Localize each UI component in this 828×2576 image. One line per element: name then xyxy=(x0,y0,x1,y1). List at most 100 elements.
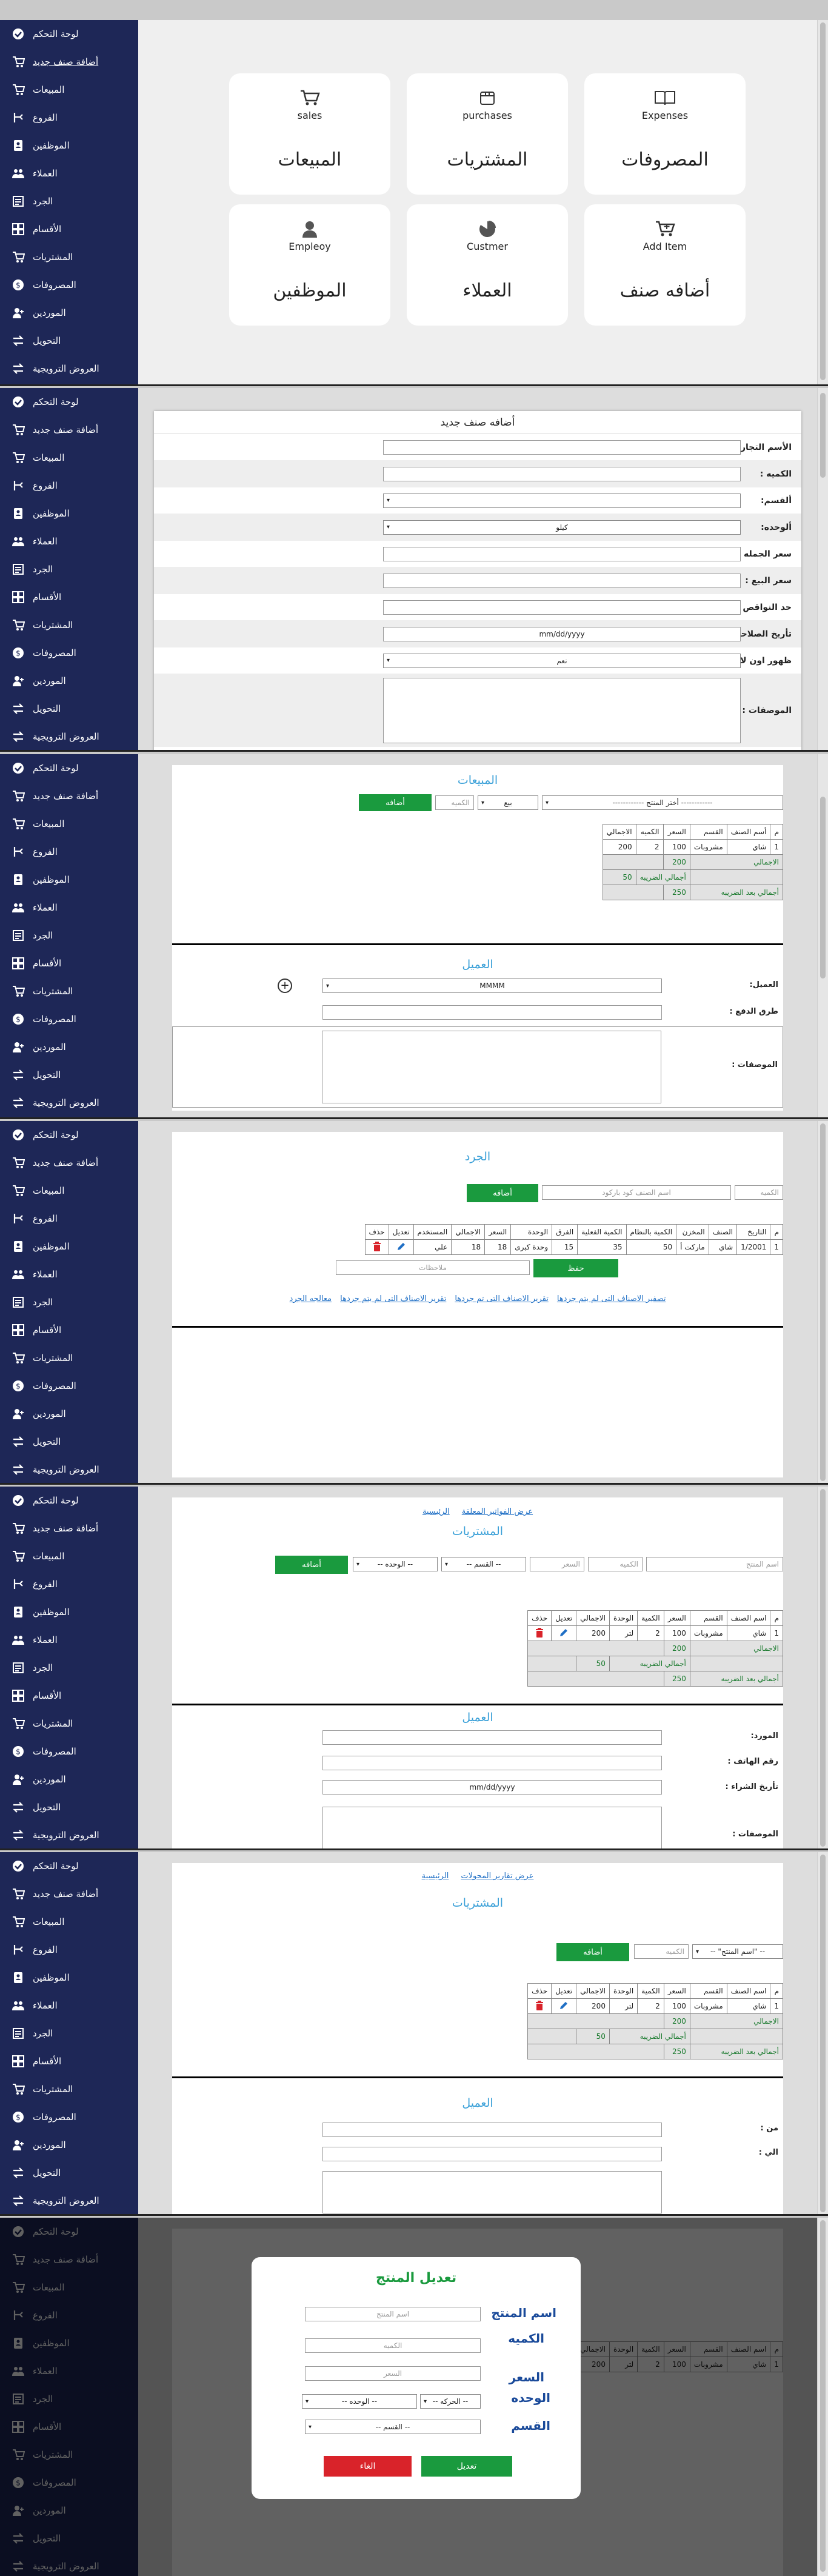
sidebar-item[interactable]: الفروع xyxy=(0,104,138,132)
sidebar-item[interactable]: أضافة صنف جديد xyxy=(0,48,138,76)
quantity-input[interactable]: الكميه xyxy=(588,1557,643,1571)
sidebar-item[interactable]: المبيعات xyxy=(0,810,138,838)
sidebar-item[interactable]: أضافة صنف جديد xyxy=(0,1514,138,1542)
client-select[interactable]: MMMM xyxy=(322,979,662,993)
sidebar-item[interactable]: المشتريات xyxy=(0,243,138,271)
quantity-input[interactable]: الكميه xyxy=(435,795,474,810)
transfer-reports-link[interactable]: عرض تقارير المحولات xyxy=(461,1872,533,1881)
card-purchases[interactable]: purchases المشتريات xyxy=(407,73,568,195)
inventory-report-link[interactable]: تقرير الاصناف التى تم جردها xyxy=(455,1294,549,1303)
sidebar-item[interactable]: لوحة التحكم xyxy=(0,20,138,48)
delete-icon[interactable] xyxy=(372,1241,382,1254)
sidebar-item[interactable]: الموردين xyxy=(0,1765,138,1793)
sidebar-item[interactable]: الموردين xyxy=(0,1033,138,1061)
inventory-report-link[interactable]: تصفير الاصناف التى لم يتم جردها xyxy=(557,1294,666,1303)
sidebar-item[interactable]: التحويل xyxy=(0,1061,138,1089)
notes-textarea[interactable] xyxy=(322,1807,662,1848)
sidebar-item[interactable]: لوحة التحكم xyxy=(0,1487,138,1514)
sidebar-item[interactable]: $ المصروفات xyxy=(0,2103,138,2131)
quantity-input[interactable]: الكميه xyxy=(305,2338,481,2353)
sidebar-item[interactable]: $ المصروفات xyxy=(0,1738,138,1765)
unit-select[interactable]: -- الوحده -- xyxy=(353,1557,438,1571)
scrollbar[interactable] xyxy=(817,754,828,1117)
sidebar-item[interactable]: الجرد xyxy=(0,1288,138,1316)
sidebar-item[interactable]: الأقسام xyxy=(0,2047,138,2075)
sidebar-item[interactable]: المشتريات xyxy=(0,1710,138,1738)
sidebar-item[interactable]: الموظفين xyxy=(0,1964,138,1992)
pending-invoices-link[interactable]: عرض الفواتير المعلقة xyxy=(462,1507,533,1516)
sidebar-item[interactable]: العملاء xyxy=(0,1626,138,1654)
sidebar-item[interactable]: أضافة صنف جديد xyxy=(0,782,138,810)
add-button[interactable]: أضافه xyxy=(275,1556,348,1574)
sidebar-item[interactable]: لوحة التحكم xyxy=(0,1852,138,1880)
sidebar-item[interactable]: أضافة صنف جديد xyxy=(0,416,138,444)
sidebar-item[interactable]: أضافة صنف جديد xyxy=(0,1880,138,1908)
sidebar-item[interactable]: الموردين xyxy=(0,2131,138,2159)
sidebar-item[interactable]: لوحة التحكم xyxy=(0,754,138,782)
notes-input[interactable]: ملاحظات xyxy=(336,1260,530,1275)
sidebar-item[interactable]: التحويل xyxy=(0,1428,138,1456)
purchase-date-input[interactable]: mm/dd/yyyy xyxy=(322,1780,662,1795)
sidebar-item[interactable]: المشتريات xyxy=(0,2075,138,2103)
price-input[interactable]: السعر xyxy=(530,1557,584,1571)
sidebar-item[interactable]: الأقسام xyxy=(0,949,138,977)
sidebar-item[interactable]: العروض الترويجية xyxy=(0,2187,138,2214)
sidebar-item[interactable]: المبيعات xyxy=(0,1908,138,1936)
sidebar-item[interactable]: العروض الترويجية xyxy=(0,1456,138,1483)
quantity-input[interactable]: الكميه xyxy=(634,1944,689,1959)
scrollbar[interactable] xyxy=(817,20,828,384)
sidebar-item[interactable]: الجرد xyxy=(0,1654,138,1682)
field-text[interactable] xyxy=(383,546,741,561)
save-button[interactable]: حفظ xyxy=(533,1259,618,1277)
sidebar-item[interactable]: الموردين xyxy=(0,299,138,327)
field-text[interactable] xyxy=(383,466,741,481)
department-select[interactable]: -- القسم -- xyxy=(441,1557,526,1571)
home-link[interactable]: الرئيسية xyxy=(422,1872,449,1881)
sidebar-item[interactable]: المشتريات xyxy=(0,977,138,1005)
delete-icon[interactable] xyxy=(535,1627,544,1640)
card-expenses[interactable]: Expenses المصروفات xyxy=(584,73,746,195)
delete-icon[interactable] xyxy=(535,2000,544,2013)
sidebar-item[interactable]: لوحة التحكم xyxy=(0,388,138,416)
edit-button[interactable]: تعديل xyxy=(421,2456,512,2477)
movement-select[interactable]: -- الحركه -- xyxy=(420,2394,481,2409)
payment-input[interactable] xyxy=(322,1005,662,1020)
sidebar-item[interactable]: الموظفين xyxy=(0,132,138,159)
sidebar-item[interactable]: التحويل xyxy=(0,695,138,723)
sidebar-item[interactable]: الجرد xyxy=(0,922,138,949)
scrollbar[interactable] xyxy=(817,1852,828,2214)
sidebar-item[interactable]: الموظفين xyxy=(0,1233,138,1260)
sidebar-item[interactable]: المبيعات xyxy=(0,444,138,472)
sidebar-item[interactable]: الأقسام xyxy=(0,215,138,243)
sidebar-item[interactable]: الموظفين xyxy=(0,866,138,894)
quantity-input[interactable]: الكميه xyxy=(735,1185,783,1200)
unit-select[interactable]: -- الوحده -- xyxy=(302,2394,417,2409)
scrollbar[interactable] xyxy=(817,2218,828,2576)
sidebar-item[interactable]: العروض الترويجية xyxy=(0,1821,138,1848)
scrollbar[interactable] xyxy=(817,1121,828,1483)
inventory-report-link[interactable]: تقرير الاصناف التى لم يتم جردها xyxy=(340,1294,446,1303)
sidebar-item[interactable]: $ المصروفات xyxy=(0,1005,138,1033)
from-input[interactable] xyxy=(322,2123,662,2137)
sidebar-item[interactable]: العملاء xyxy=(0,159,138,187)
sidebar-item[interactable]: الموظفين xyxy=(0,500,138,527)
sidebar-item[interactable]: العملاء xyxy=(0,1992,138,2019)
product-name-input[interactable]: اسم المنتج xyxy=(646,1557,783,1571)
sidebar-item[interactable]: الفروع xyxy=(0,1936,138,1964)
sidebar-item[interactable]: الجرد xyxy=(0,555,138,583)
product-select[interactable]: -- "اسم المنتج" -- xyxy=(692,1944,783,1959)
sidebar-item[interactable]: الأقسام xyxy=(0,1682,138,1710)
sidebar-item[interactable]: المبيعات xyxy=(0,1177,138,1205)
card-add-item[interactable]: Add Item أضافه صنف xyxy=(584,204,746,326)
department-select[interactable]: -- القسم -- xyxy=(305,2420,481,2434)
sidebar-item[interactable]: الفروع xyxy=(0,1205,138,1233)
sidebar-item[interactable]: لوحة التحكم xyxy=(0,1121,138,1149)
sidebar-item[interactable]: $ المصروفات xyxy=(0,1372,138,1400)
card-sales[interactable]: sales المبيعات xyxy=(229,73,390,195)
sidebar-item[interactable]: العروض الترويجية xyxy=(0,723,138,750)
sidebar-item[interactable]: المبيعات xyxy=(0,76,138,104)
sidebar-item[interactable]: الجرد xyxy=(0,187,138,215)
scrollbar[interactable] xyxy=(817,388,828,750)
sidebar-item[interactable]: الفروع xyxy=(0,472,138,500)
sidebar-item[interactable]: المشتريات xyxy=(0,1344,138,1372)
